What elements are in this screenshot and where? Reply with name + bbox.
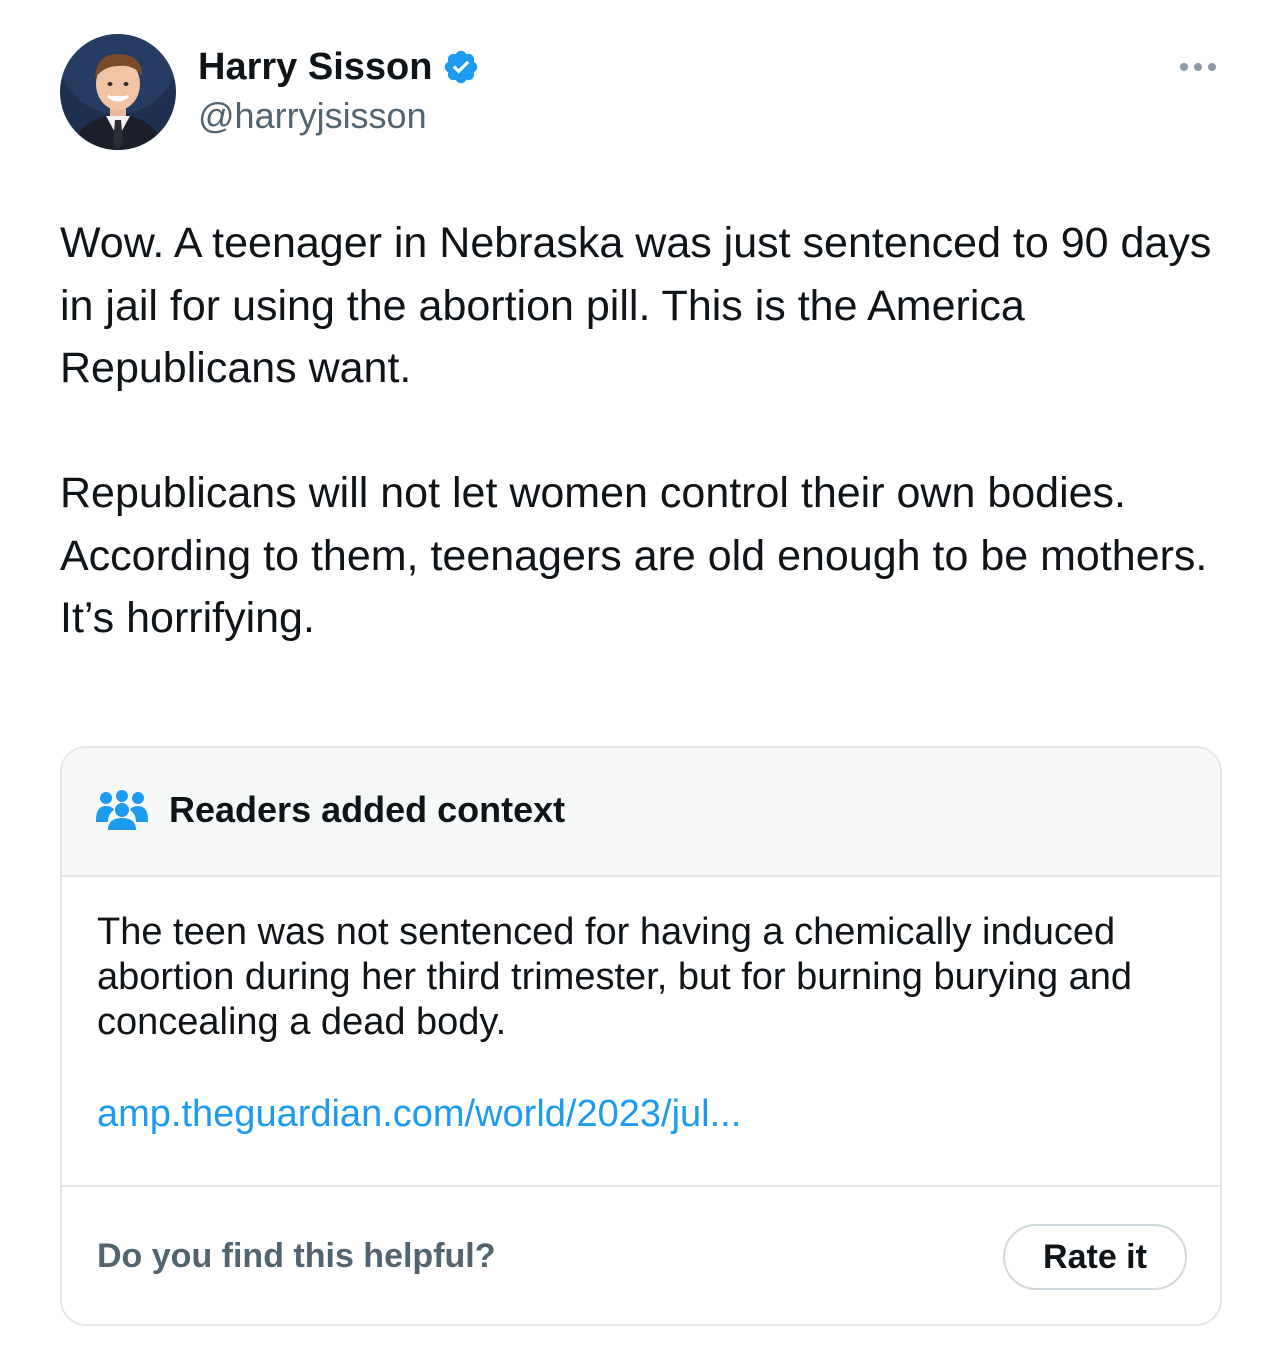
more-horizontal-icon-dot [1194, 63, 1202, 71]
avatar[interactable] [60, 34, 176, 150]
more-options-button[interactable] [1170, 52, 1226, 82]
community-note-title: Readers added context [169, 789, 566, 830]
community-note-card: Readers added context The teen was not s… [60, 746, 1222, 1326]
rate-it-button[interactable]: Rate it [1003, 1224, 1187, 1290]
tweet-paragraph: Wow. A teenager in Nebraska was just sen… [60, 219, 1212, 392]
more-horizontal-icon-dot [1208, 63, 1216, 71]
community-note-body: The teen was not sentenced for having a … [97, 911, 1133, 1043]
tweet-paragraph: Republicans will not let women control t… [60, 469, 1208, 642]
helpful-question: Do you find this helpful? [97, 1237, 496, 1275]
community-note-source-link[interactable]: amp.theguardian.com/world/2023/jul... [97, 1090, 741, 1138]
verified-badge-icon [445, 50, 478, 84]
author-display-name[interactable]: Harry Sisson [198, 44, 432, 90]
more-horizontal-icon [1180, 63, 1188, 71]
author-handle[interactable]: @harryjsisson [198, 94, 427, 138]
tweet-text: Wow. A teenager in Nebraska was just sen… [60, 212, 1240, 650]
community-note-header: Readers added context [62, 748, 1220, 877]
author-display-name-row[interactable]: Harry Sisson [198, 44, 480, 90]
avatar-photo [60, 34, 176, 150]
people-icon [96, 790, 148, 830]
community-note-divider [62, 1185, 1220, 1187]
